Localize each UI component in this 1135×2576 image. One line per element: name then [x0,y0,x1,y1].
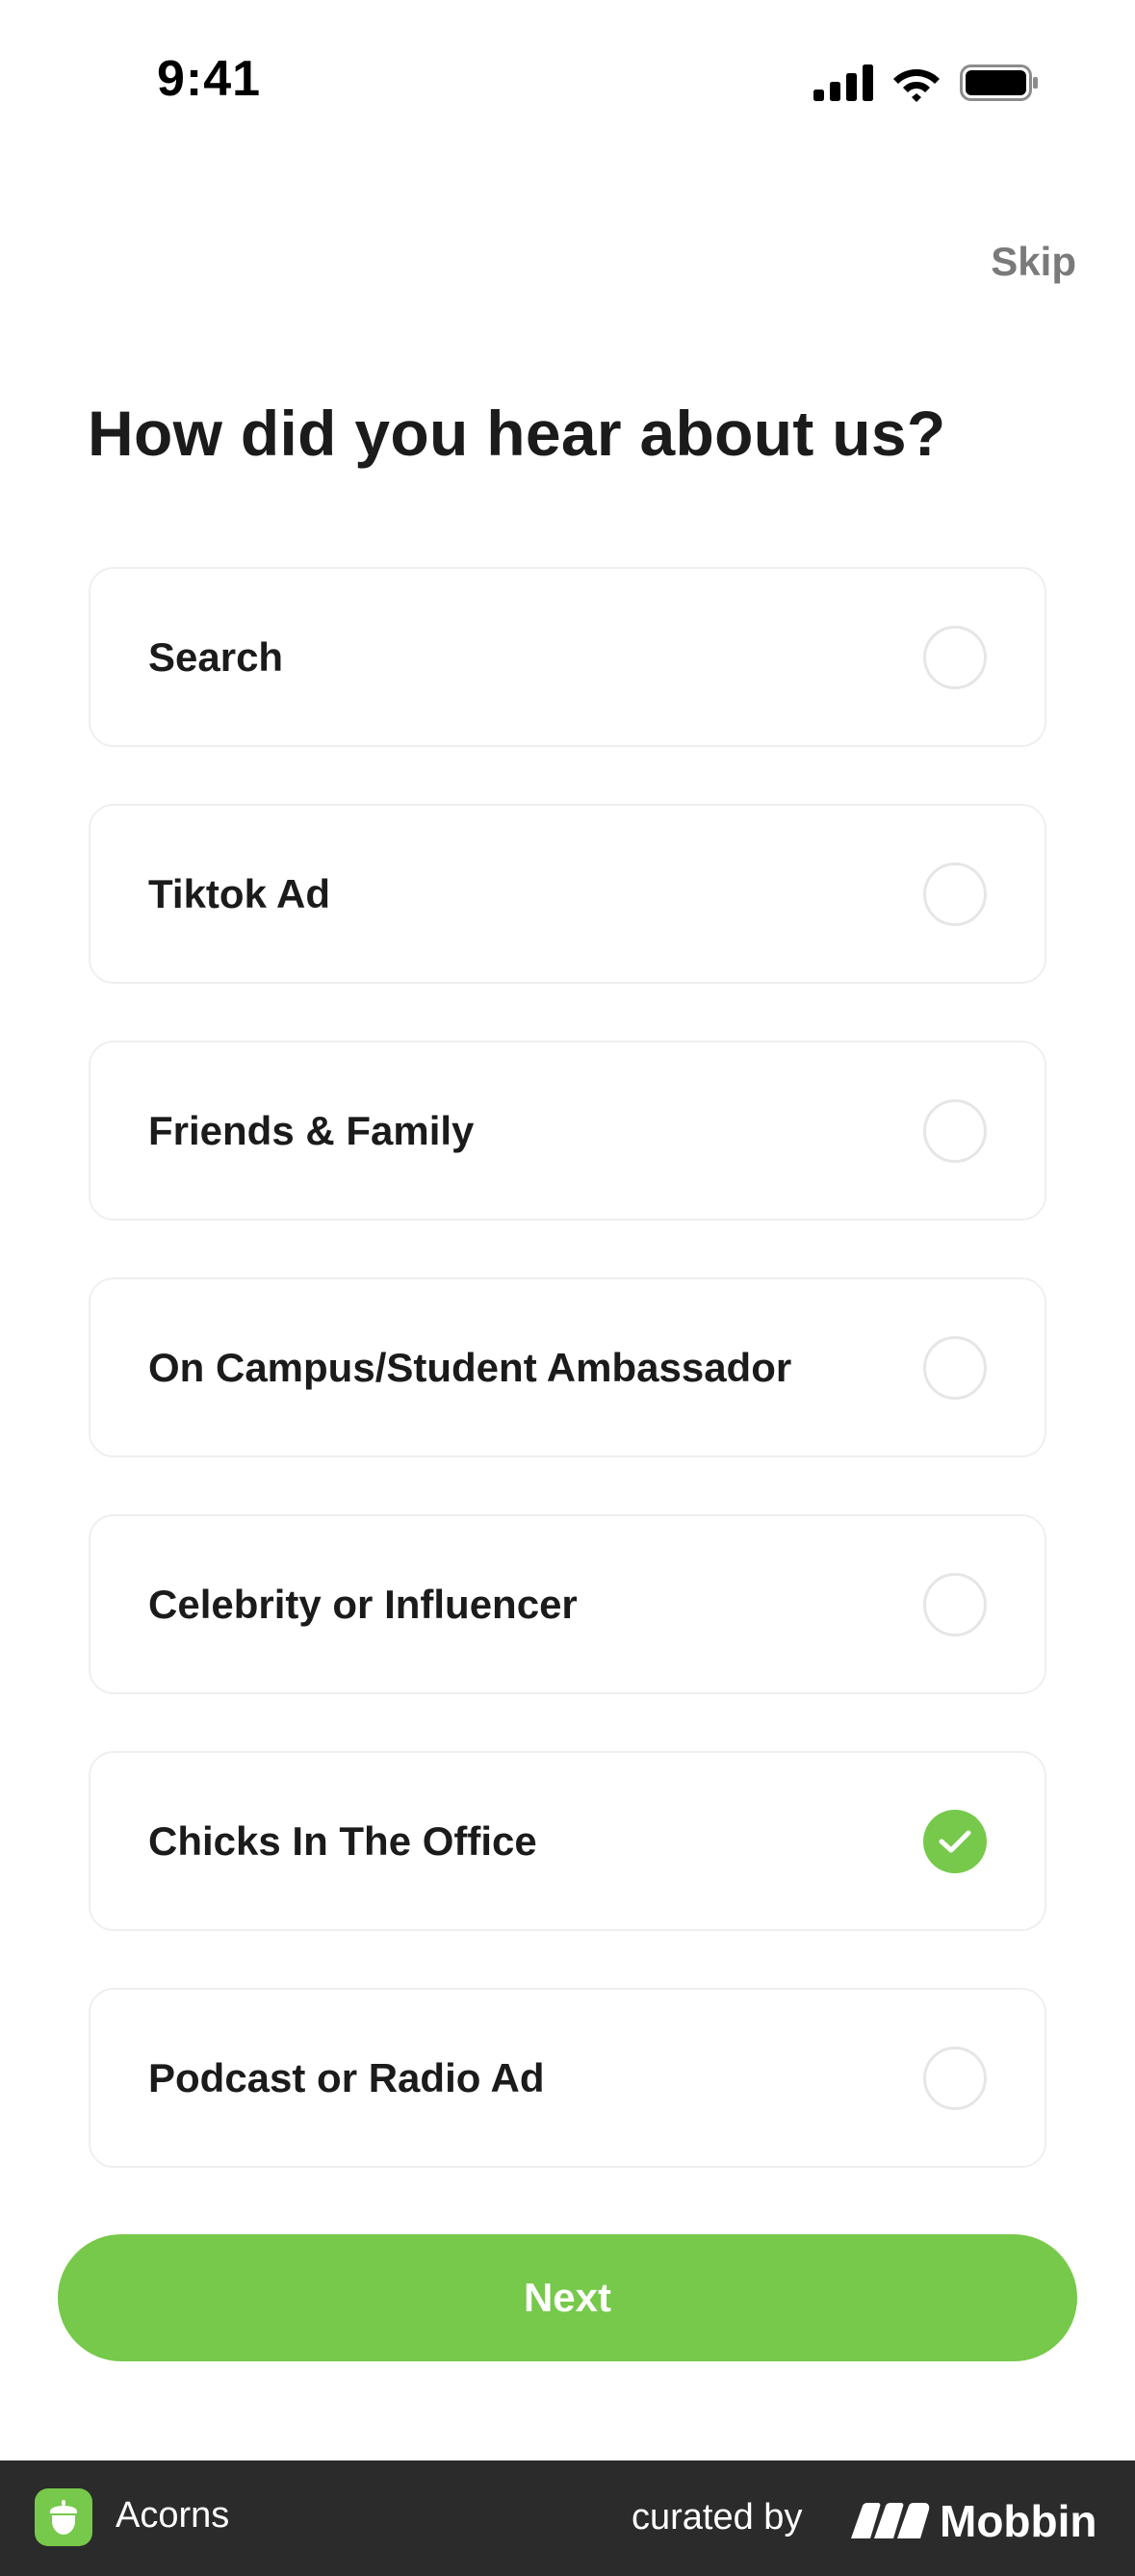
option-item-friends-family[interactable]: Friends & Family [89,1041,1046,1221]
wifi-icon [893,69,940,102]
option-item-podcast-radio-ad[interactable]: Podcast or Radio Ad [89,1988,1046,2168]
option-label: Celebrity or Influencer [148,1581,578,1627]
option-label: Search [148,633,284,680]
radio-unchecked-icon[interactable] [923,625,987,689]
status-icons [813,64,1039,102]
option-item-search[interactable]: Search [89,567,1046,747]
radio-unchecked-icon[interactable] [923,1572,987,1636]
brand-bar: Acorns curated by Mobbin [0,2460,1135,2576]
option-item-celebrity-influencer[interactable]: Celebrity or Influencer [89,1514,1046,1694]
radio-unchecked-icon[interactable] [923,1335,987,1400]
app-name: Acorns [116,2495,230,2536]
option-label: Tiktok Ad [148,870,331,916]
option-item-chicks-in-the-office[interactable]: Chicks In The Office [89,1751,1046,1931]
option-label: Podcast or Radio Ad [148,2054,545,2100]
screen: 9:41 Skip How did you hear about us? Sea… [0,0,1135,2576]
cellular-signal-icon [813,64,873,101]
option-label: Friends & Family [148,1107,475,1153]
radio-unchecked-icon[interactable] [923,1098,987,1163]
battery-icon [960,64,1038,101]
option-label: Chicks In The Office [148,1817,537,1864]
acorn-icon [35,2488,92,2546]
mobbin-logo: Mobbin [851,2495,1097,2547]
next-button[interactable]: Next [58,2234,1077,2361]
checkmark-icon [939,1830,971,1852]
mobbin-logo-icon [851,2503,930,2538]
curator-name: Mobbin [940,2496,1097,2546]
option-item-on-campus[interactable]: On Campus/Student Ambassador [89,1277,1046,1457]
option-item-tiktok-ad[interactable]: Tiktok Ad [89,804,1046,984]
option-label: On Campus/Student Ambassador [148,1344,792,1390]
curated-by-label: curated by [632,2497,803,2537]
radio-unchecked-icon[interactable] [923,862,987,926]
options-list: Search Tiktok Ad Friends & Family On Cam… [89,567,1046,2225]
status-time: 9:41 [157,51,262,107]
page-title: How did you hear about us? [88,398,946,469]
radio-unchecked-icon[interactable] [923,2046,987,2110]
radio-checked-icon[interactable] [923,1809,987,1873]
skip-button[interactable]: Skip [991,239,1076,285]
status-bar: 9:41 [0,0,1135,173]
